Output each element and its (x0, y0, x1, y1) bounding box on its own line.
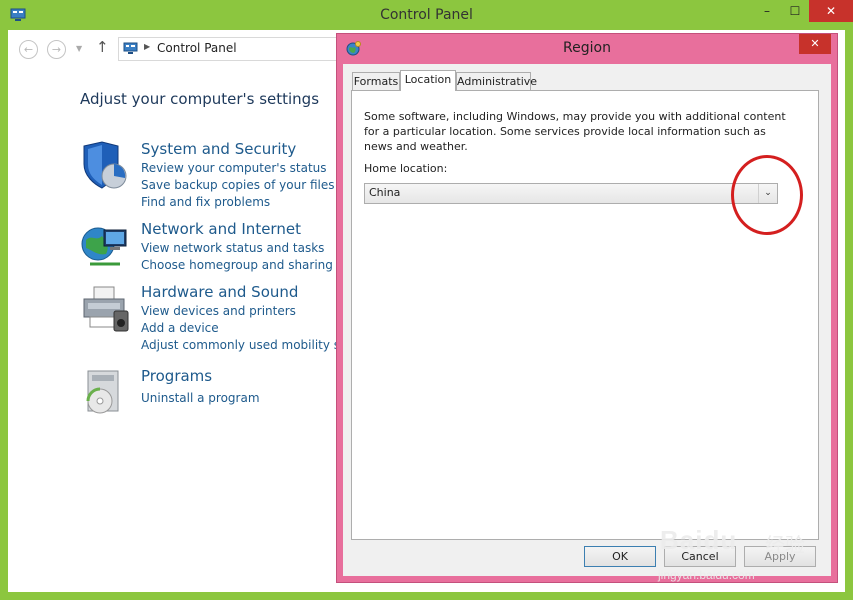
minimize-button[interactable]: – (753, 0, 781, 22)
location-tab-panel: Some software, including Windows, may pr… (351, 90, 819, 540)
ok-button[interactable]: OK (584, 546, 656, 567)
maximize-button[interactable]: ☐ (781, 0, 809, 22)
tab-location[interactable]: Location (400, 70, 456, 91)
dialog-title: Region (563, 40, 611, 56)
watermark-url-text: jingyan.baidu.com (658, 568, 755, 582)
annotation-circle (731, 155, 803, 235)
up-button[interactable]: ↑ (96, 38, 109, 56)
category-link[interactable]: View devices and printers (141, 304, 296, 318)
close-button[interactable]: ✕ (809, 0, 853, 22)
watermark-cn-text: 经验 (765, 533, 805, 557)
category-title[interactable]: Network and Internet (141, 220, 301, 238)
category-link[interactable]: Add a device (141, 321, 219, 335)
dialog-close-button[interactable]: ✕ (799, 34, 831, 54)
watermark: Baidu 经验 jingyan.baidu.com (655, 520, 835, 592)
network-globe-icon (81, 227, 127, 266)
shield-icon (83, 141, 127, 189)
tab-formats[interactable]: Formats (352, 72, 400, 90)
category-link[interactable]: Find and fix problems (141, 195, 270, 209)
home-location-label: Home location: (364, 162, 448, 175)
breadcrumb-chevron-icon: ▶ (144, 42, 151, 51)
home-location-select[interactable]: China ⌄ (364, 183, 778, 204)
category-link[interactable]: View network status and tasks (141, 241, 324, 255)
category-link[interactable]: Choose homegroup and sharing opti (141, 258, 360, 272)
location-description: Some software, including Windows, may pr… (364, 110, 786, 153)
category-title[interactable]: System and Security (141, 140, 296, 158)
category-link[interactable]: Uninstall a program (141, 391, 260, 405)
control-panel-titlebar[interactable]: Control Panel – ☐ ✕ (0, 0, 853, 30)
printer-icon (83, 286, 129, 332)
region-dialog: Region ✕ Formats Location Administrative… (336, 33, 838, 583)
category-link[interactable]: Adjust commonly used mobility setti (141, 338, 360, 352)
window-controls: – ☐ ✕ (753, 0, 853, 22)
dialog-body: Formats Location Administrative Some sof… (343, 64, 831, 576)
category-link[interactable]: Review your computer's status (141, 161, 327, 175)
control-panel-title: Control Panel (380, 7, 473, 23)
programs-disc-icon (86, 370, 119, 414)
page-heading: Adjust your computer's settings (80, 90, 320, 108)
back-button[interactable]: ← (19, 40, 38, 59)
forward-button[interactable]: → (47, 40, 66, 59)
home-location-value: China (369, 186, 401, 199)
tab-administrative[interactable]: Administrative (456, 72, 537, 90)
category-title[interactable]: Hardware and Sound (141, 283, 298, 301)
category-link[interactable]: Save backup copies of your files with (141, 178, 364, 192)
watermark-main-text: Baidu (660, 525, 738, 555)
breadcrumb-control-panel[interactable]: Control Panel (157, 41, 237, 55)
category-title[interactable]: Programs (141, 367, 212, 385)
control-panel-icon (123, 42, 138, 54)
recent-locations-chevron-icon[interactable]: ▼ (76, 44, 82, 53)
